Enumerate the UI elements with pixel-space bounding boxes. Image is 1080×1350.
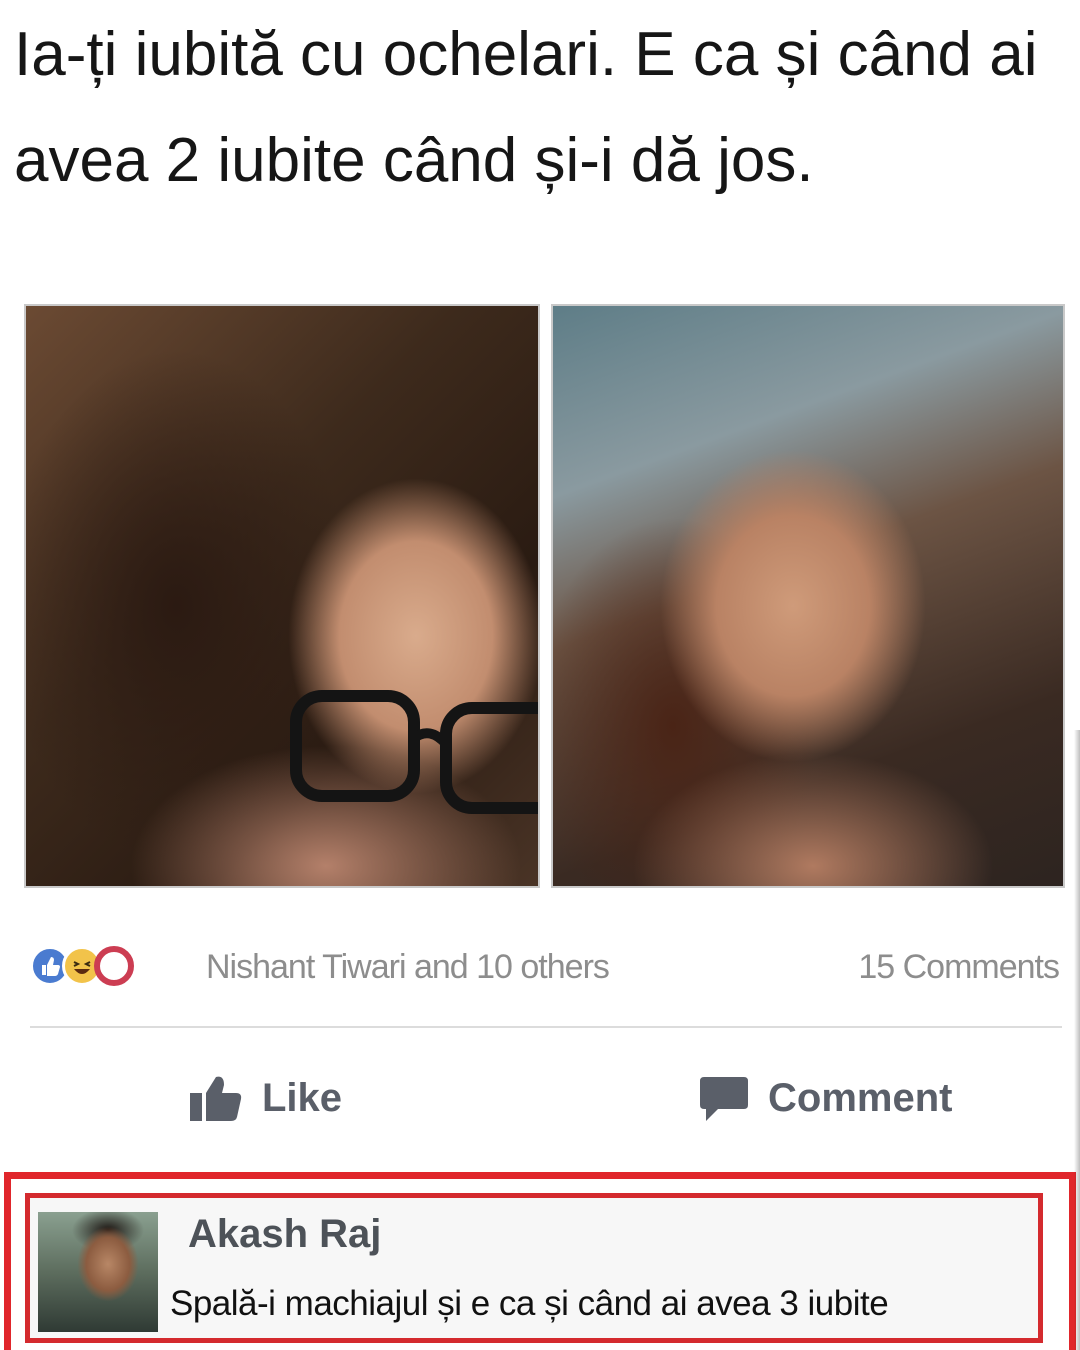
comment-text: Spală-i machiajul și e ca și când ai ave…: [170, 1284, 889, 1323]
glasses-icon: [290, 690, 538, 814]
highlighted-comment: Akash Raj Spală-i machiajul și e ca și c…: [4, 1172, 1076, 1350]
like-label: Like: [262, 1075, 343, 1120]
like-button[interactable]: Like: [188, 1068, 342, 1128]
comments-count[interactable]: 15 Comments: [858, 948, 1060, 987]
comment-label: Comment: [768, 1075, 953, 1120]
thumbs-up-icon: [190, 1076, 242, 1121]
comment-bubble-icon: [700, 1077, 748, 1121]
post-caption: Ia-ți iubită cu ochelari. E ca și când a…: [14, 20, 1038, 195]
photo-without-glasses[interactable]: [551, 304, 1065, 888]
page-edge-shadow: [1074, 730, 1080, 1350]
avatar[interactable]: [38, 1212, 158, 1332]
comment-item: Akash Raj Spală-i machiajul și e ca și c…: [25, 1193, 1043, 1343]
comment-button[interactable]: Comment: [698, 1068, 952, 1128]
comment-author[interactable]: Akash Raj: [188, 1212, 381, 1257]
reactions-summary[interactable]: Nishant Tiwari and 10 others 15 Comments: [30, 940, 1065, 996]
reactors-text[interactable]: Nishant Tiwari and 10 others: [206, 948, 610, 987]
love-reaction-icon: [94, 946, 134, 986]
divider: [30, 1026, 1062, 1028]
photo-with-glasses[interactable]: [24, 304, 540, 888]
